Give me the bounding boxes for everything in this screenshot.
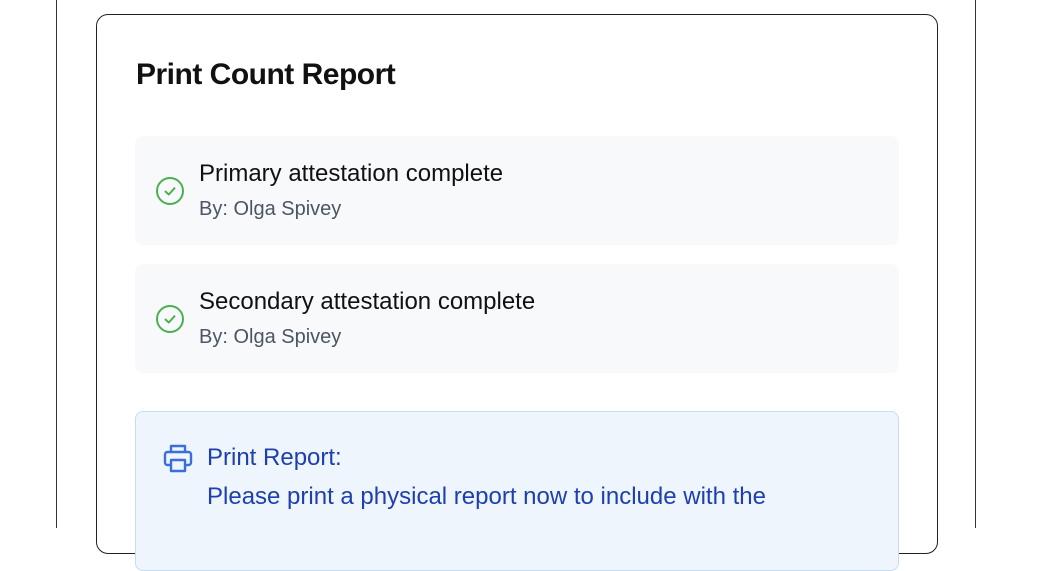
step-attested-by: By: Olga Spivey [199, 198, 342, 220]
step-title: Secondary attestation complete [199, 288, 536, 315]
printer-icon [163, 444, 193, 473]
attestation-step-primary: Primary attestation complete By: Olga Sp… [135, 136, 899, 245]
print-report-notice: Print Report: Please print a physical re… [135, 411, 899, 571]
notice-title: Print Report: [207, 444, 342, 471]
check-circle-icon [156, 305, 184, 333]
attestation-step-secondary: Secondary attestation complete By: Olga … [135, 264, 899, 373]
check-circle-icon [156, 177, 184, 205]
page-title: Print Count Report [136, 58, 396, 91]
step-title: Primary attestation complete [199, 160, 504, 187]
step-attested-by: By: Olga Spivey [199, 326, 342, 348]
notice-body: Please print a physical report now to in… [207, 483, 766, 510]
print-count-report-card: Print Count Report Primary attestation c… [96, 14, 938, 571]
